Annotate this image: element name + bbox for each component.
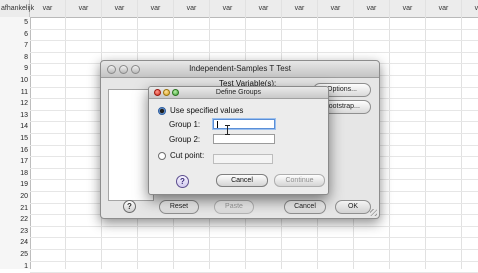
column-header-afhankelijk[interactable]: afhankelijk	[0, 0, 34, 17]
zoom-window-button[interactable]	[172, 89, 179, 96]
row-number[interactable]: 15	[0, 135, 28, 142]
row-number[interactable]: 11	[0, 89, 28, 96]
column-header-var[interactable]: var	[426, 0, 462, 17]
grid-row-divider	[30, 260, 478, 262]
column-header-var[interactable]: var	[246, 0, 282, 17]
row-number[interactable]: 7	[0, 42, 28, 49]
resize-grip-icon[interactable]	[370, 209, 377, 216]
row-number[interactable]: 6	[0, 31, 28, 38]
define-groups-title: Define Groups	[215, 89, 262, 96]
row-number[interactable]: 9	[0, 65, 28, 72]
grid-row-divider	[30, 225, 478, 227]
row-number[interactable]: 14	[0, 123, 28, 130]
row-number[interactable]: 12	[0, 100, 28, 107]
row-number[interactable]: 5	[0, 19, 28, 26]
row-number[interactable]: 24	[0, 239, 28, 246]
ok-button[interactable]: OK	[335, 200, 371, 214]
row-number[interactable]: 16	[0, 147, 28, 154]
group1-input[interactable]	[213, 119, 275, 129]
row-number[interactable]: 13	[0, 112, 28, 119]
column-header-var[interactable]: var	[66, 0, 102, 17]
row-number[interactable]: 19	[0, 181, 28, 188]
close-window-button[interactable]	[107, 65, 116, 74]
cancel-button[interactable]: Cancel	[284, 200, 326, 214]
reset-button[interactable]: Reset	[159, 200, 199, 214]
row-number[interactable]: 17	[0, 158, 28, 165]
text-caret	[217, 121, 218, 128]
minimize-window-button[interactable]	[119, 65, 128, 74]
minimize-window-button[interactable]	[163, 89, 170, 96]
row-number[interactable]: 22	[0, 216, 28, 223]
grid-row-divider	[30, 51, 478, 53]
cut-point-radio[interactable]	[158, 152, 166, 160]
column-header-var[interactable]: var	[138, 0, 174, 17]
use-specified-values-radio[interactable]	[158, 107, 166, 115]
cancel-button[interactable]: Cancel	[216, 174, 268, 187]
grid-row-divider	[30, 237, 478, 239]
column-header-var[interactable]: var	[30, 0, 66, 17]
column-header-var[interactable]: var	[174, 0, 210, 17]
row-number[interactable]: 23	[0, 228, 28, 235]
define-groups-dialog: Define Groups Use specified values Group…	[148, 86, 329, 195]
group2-input[interactable]	[213, 134, 275, 144]
row-number[interactable]: 10	[0, 77, 28, 84]
dialog-titlebar: Independent-Samples T Test	[101, 61, 379, 78]
column-header-var[interactable]: var	[390, 0, 426, 17]
row-number-column: 5 6 7 8 9 10 11 12 13 14 15 16 17 18 19 20 21 22 23 24 25 1	[0, 17, 31, 270]
group2-label: Group 2:	[169, 135, 201, 144]
cut-point-label: Cut point:	[170, 151, 205, 160]
close-window-button[interactable]	[154, 89, 161, 96]
ibeam-cursor-icon	[225, 125, 230, 135]
column-header-var[interactable]: var	[102, 0, 138, 17]
cut-point-input[interactable]	[213, 154, 273, 164]
column-header-var[interactable]: var	[318, 0, 354, 17]
grid-row-divider	[30, 40, 478, 42]
use-specified-values-label: Use specified values	[170, 106, 244, 115]
column-header-var[interactable]: var	[462, 0, 478, 17]
column-header-var[interactable]: var	[210, 0, 246, 17]
window-controls	[107, 64, 143, 80]
row-number[interactable]: 21	[0, 205, 28, 212]
continue-button[interactable]: Continue	[274, 174, 325, 187]
paste-button[interactable]: Paste	[214, 200, 254, 214]
dialog-title: Independent-Samples T Test	[189, 64, 291, 73]
zoom-window-button[interactable]	[131, 65, 140, 74]
help-icon[interactable]: ?	[123, 200, 136, 213]
column-header-var[interactable]: var	[282, 0, 318, 17]
help-icon[interactable]: ?	[176, 175, 189, 188]
row-number[interactable]: 18	[0, 170, 28, 177]
column-header-row: afhankelijk var var var var var var var var var v…	[0, 0, 478, 18]
grid-row-divider	[30, 249, 478, 250]
column-header-var[interactable]: var	[354, 0, 390, 17]
row-number[interactable]: 25	[0, 251, 28, 258]
row-number[interactable]: 8	[0, 54, 28, 61]
grid-row-divider	[30, 28, 478, 30]
row-number[interactable]: 20	[0, 193, 28, 200]
window-controls	[154, 89, 181, 100]
group1-label: Group 1:	[169, 120, 201, 129]
define-groups-titlebar: Define Groups	[149, 87, 328, 99]
